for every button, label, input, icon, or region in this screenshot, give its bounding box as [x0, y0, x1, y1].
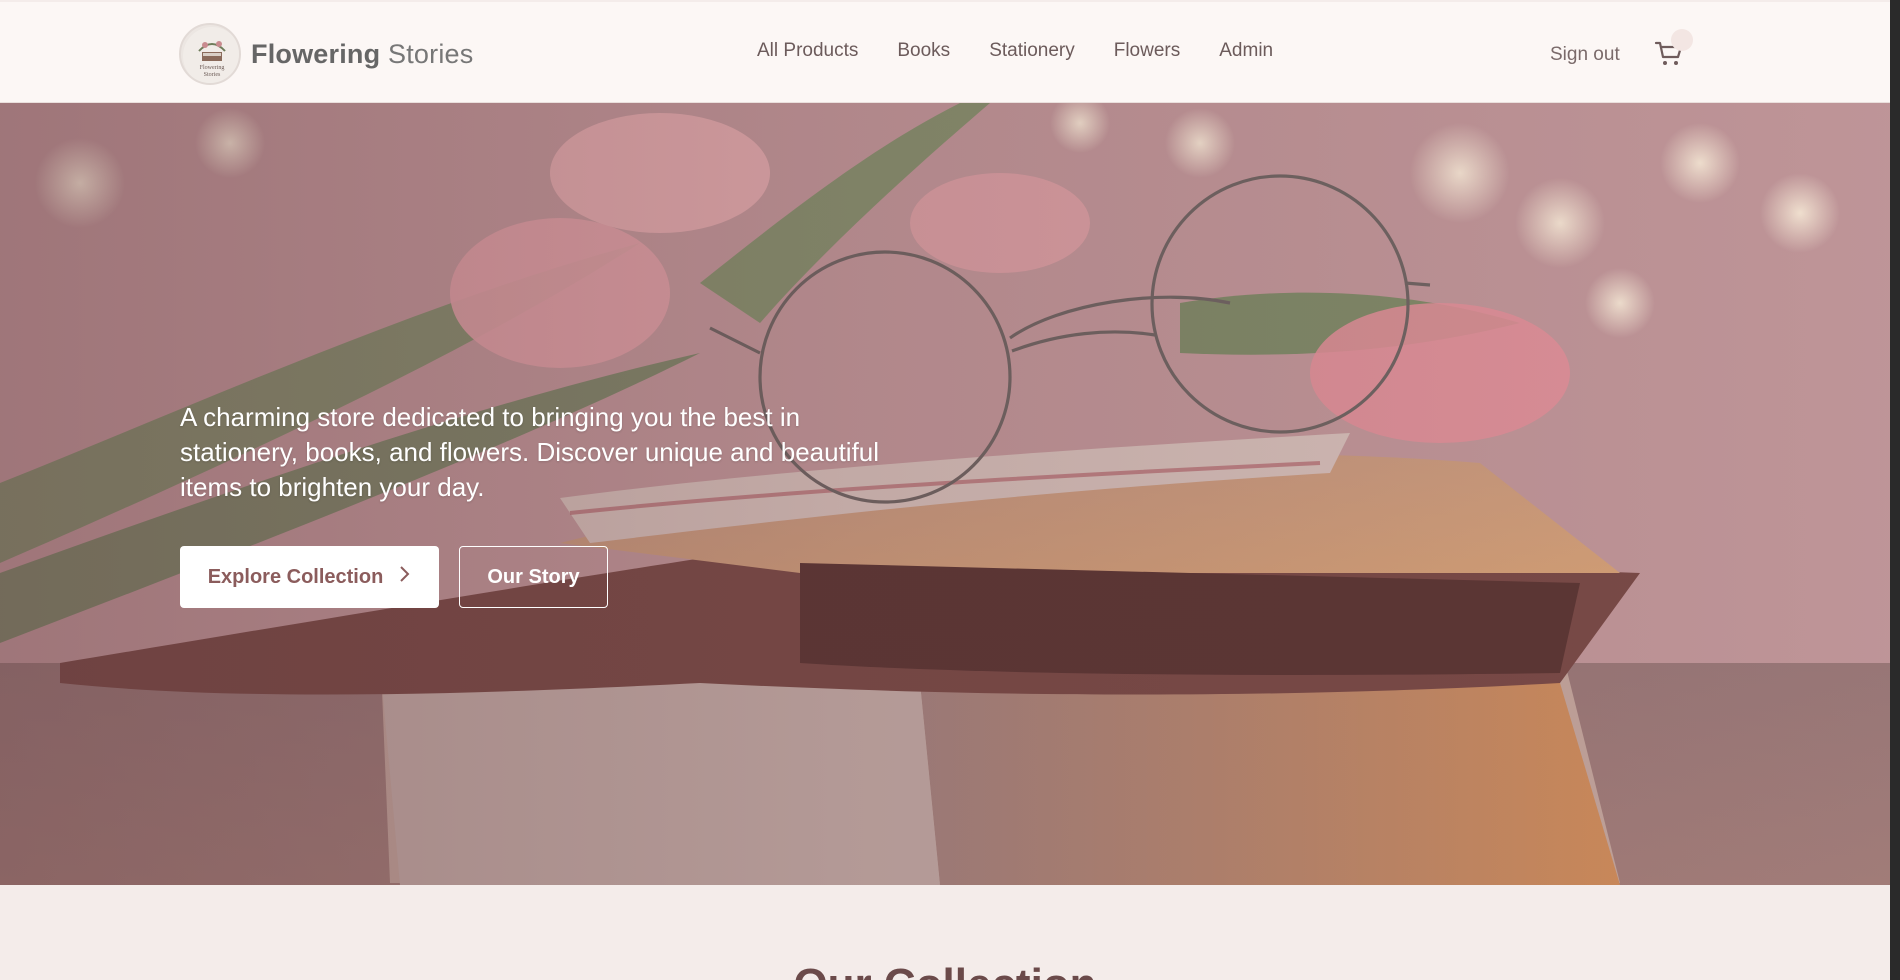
hero-section: A charming store dedicated to bringing y…	[0, 103, 1890, 885]
site-header: Flowering Stories Flowering Stories All …	[0, 2, 1890, 103]
logo-icon: Flowering Stories	[179, 23, 241, 85]
sign-out-link[interactable]: Sign out	[1550, 44, 1620, 66]
page: Flowering Stories Flowering Stories All …	[0, 0, 1890, 980]
nav-stationery[interactable]: Stationery	[989, 40, 1075, 62]
nav-books[interactable]: Books	[897, 40, 950, 62]
hero-tagline: A charming store dedicated to bringing y…	[180, 402, 880, 502]
svg-text:Flowering: Flowering	[200, 65, 225, 71]
cart-count-badge: 0	[1671, 29, 1693, 51]
nav-admin[interactable]: Admin	[1219, 40, 1273, 62]
window-edge	[1890, 0, 1900, 980]
svg-text:Stories: Stories	[204, 72, 221, 78]
explore-collection-button[interactable]: Explore Collection	[180, 546, 439, 608]
main-nav: All Products Books Stationery Flowers Ad…	[757, 40, 1312, 62]
brand-link[interactable]: Flowering Stories Flowering Stories	[179, 22, 473, 86]
brand-name-bold: Flowering	[251, 38, 381, 69]
brand-name: Flowering Stories	[251, 39, 473, 70]
explore-collection-label: Explore Collection	[207, 565, 384, 588]
nav-all-products[interactable]: All Products	[757, 40, 858, 62]
our-story-button[interactable]: Our Story	[459, 546, 608, 608]
brand-name-light: Stories	[388, 38, 474, 69]
section-title: Our Collection	[0, 960, 1890, 980]
chevron-right-icon	[399, 565, 411, 589]
nav-flowers[interactable]: Flowers	[1114, 40, 1181, 62]
